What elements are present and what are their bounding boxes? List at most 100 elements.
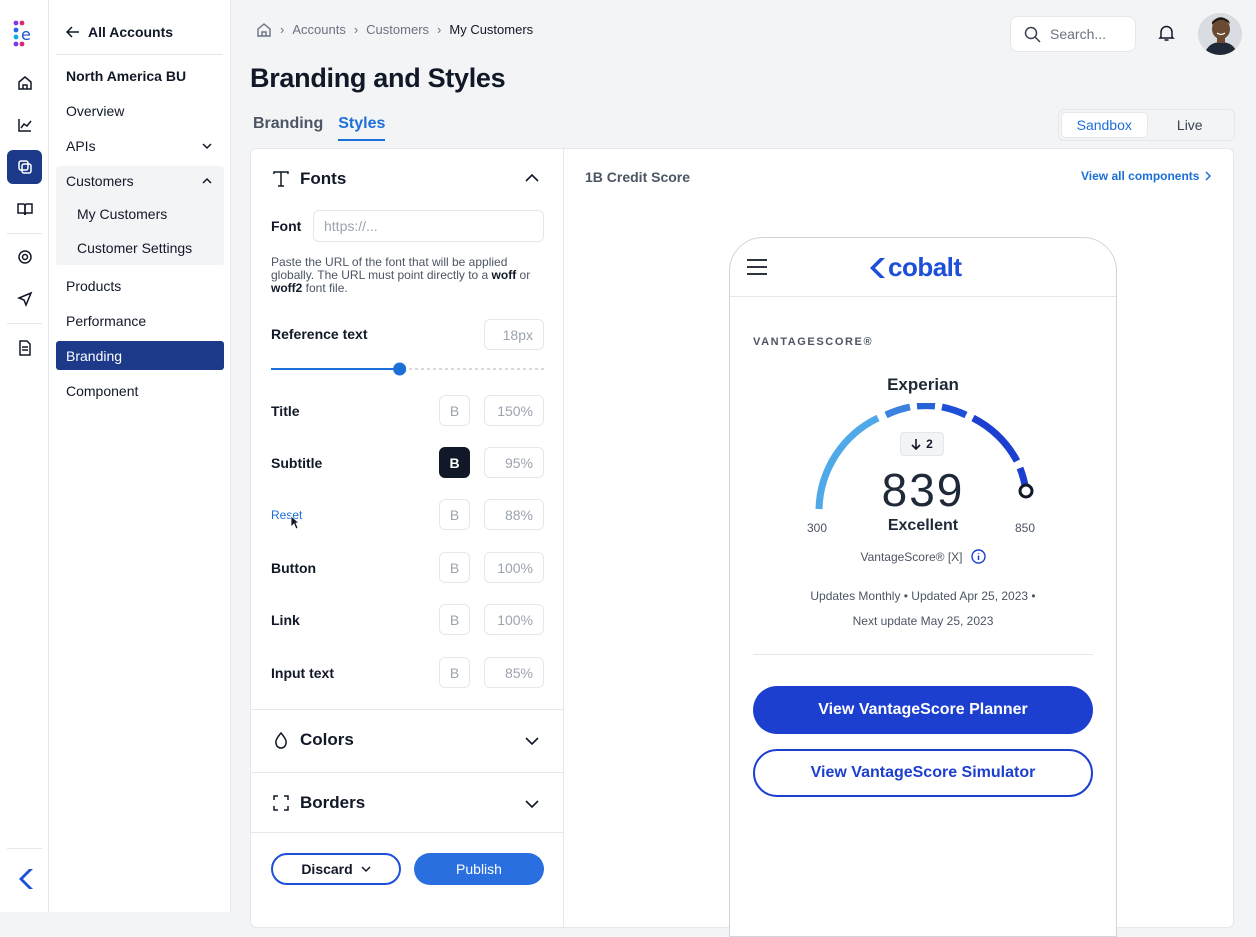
fonts-section-header[interactable]: Fonts (272, 169, 346, 189)
reset-bold-toggle[interactable]: B (439, 499, 470, 530)
help-text-part: font file. (302, 281, 348, 295)
component-title: 1B Credit Score (585, 169, 691, 185)
chevron-up-icon (202, 177, 212, 184)
subtitle-row-label: Subtitle (271, 455, 323, 471)
bell-icon[interactable] (1158, 24, 1175, 42)
discard-button[interactable]: Discard (271, 853, 401, 885)
score-change-value: 2 (926, 437, 933, 451)
cobalt-logo-text: cobalt (888, 252, 962, 282)
breadcrumb-customers[interactable]: Customers (366, 22, 429, 37)
button-row-label: Button (271, 560, 317, 576)
view-all-components-link[interactable]: View all components (1081, 169, 1212, 183)
home-icon[interactable] (7, 66, 42, 100)
docs-book-icon[interactable] (7, 192, 42, 226)
view-simulator-button[interactable]: View VantageScore Simulator (753, 749, 1093, 797)
score-model: VantageScore® [X] (730, 549, 1116, 564)
chevron-down-icon (202, 143, 212, 150)
link-size-input[interactable]: 100% (484, 604, 544, 635)
sidebar-item-apis[interactable]: APIs (56, 131, 224, 161)
update-line-2: Next update May 25, 2023 (852, 614, 994, 628)
analytics-icon[interactable] (7, 108, 42, 142)
chevron-up-icon[interactable] (525, 173, 539, 183)
chevron-down-icon[interactable] (525, 799, 539, 809)
reset-size-input[interactable]: 88% (484, 499, 544, 530)
help-text-part: Paste the URL of the font that will be a… (271, 255, 508, 282)
search-placeholder: Search... (1050, 26, 1107, 42)
tab-branding[interactable]: Branding (253, 115, 323, 141)
view-planner-button[interactable]: View VantageScore Planner (753, 686, 1093, 734)
sidebar-item-overview[interactable]: Overview (56, 96, 224, 126)
chevron-down-icon[interactable] (525, 736, 539, 746)
colors-section-header[interactable]: Colors (272, 730, 354, 750)
sidebar-item-customers[interactable]: Customers (56, 166, 224, 196)
input-text-row-label: Input text (271, 665, 334, 681)
rail-divider (7, 848, 42, 849)
components-icon[interactable] (7, 150, 42, 184)
help-woff: woff (491, 268, 517, 282)
arrow-down-icon (911, 439, 921, 450)
score-change-badge: 2 (900, 432, 944, 456)
app-logo-icon: e (13, 20, 31, 47)
borders-section-title: Borders (300, 793, 366, 812)
side-nav: All Accounts North America BU Overview A… (49, 0, 231, 912)
publish-button[interactable]: Publish (414, 853, 544, 885)
tab-styles[interactable]: Styles (338, 115, 386, 141)
text-type-icon (273, 171, 289, 187)
breadcrumb-separator: › (353, 22, 359, 37)
home-icon[interactable] (256, 22, 272, 37)
tab-bar: Branding Styles (253, 115, 386, 141)
phone-header: cobalt (730, 238, 1116, 297)
subtitle-bold-toggle[interactable]: B (439, 447, 470, 478)
document-icon[interactable] (7, 331, 42, 365)
chevron-right-icon (1205, 171, 1212, 181)
title-size-input[interactable]: 150% (484, 395, 544, 426)
sidebar-item-my-customers[interactable]: My Customers (56, 196, 224, 231)
input-text-bold-toggle[interactable]: B (439, 657, 470, 688)
sidebar-item-branding[interactable]: Branding (56, 341, 224, 370)
org-name: North America BU (66, 68, 187, 84)
main-area: › Accounts › Customers › My Customers Se… (231, 0, 1256, 937)
search-input[interactable]: Search... (1010, 16, 1136, 52)
reference-size-input[interactable]: 18px (484, 319, 544, 350)
sidebar-item-products[interactable]: Products (56, 271, 224, 301)
chevron-down-icon (361, 866, 371, 873)
borders-section-header[interactable]: Borders (272, 793, 365, 813)
avatar[interactable] (1198, 13, 1242, 55)
mouse-cursor-icon (290, 515, 300, 530)
droplet-icon (275, 731, 287, 749)
breadcrumb-accounts[interactable]: Accounts (292, 22, 345, 37)
sidebar-item-performance[interactable]: Performance (56, 306, 224, 336)
slider-handle[interactable] (393, 362, 407, 376)
sidebar-item-label: APIs (66, 138, 96, 154)
user-photo-icon (1198, 13, 1242, 55)
cobalt-mark-icon (870, 257, 885, 278)
arrow-left-icon (66, 26, 79, 38)
page-title: Branding and Styles (250, 63, 506, 93)
all-accounts-link[interactable]: All Accounts (66, 24, 173, 40)
support-icon[interactable] (7, 240, 42, 274)
link-row-label: Link (271, 612, 300, 628)
link-bold-toggle[interactable]: B (439, 604, 470, 635)
toggle-sandbox[interactable]: Sandbox (1061, 112, 1148, 138)
styles-panel: Fonts Font https://... Paste the URL of … (251, 149, 564, 929)
score-rating: Excellent (887, 517, 959, 534)
reference-size-slider[interactable] (271, 361, 544, 377)
nav-divider (56, 54, 223, 55)
font-url-input[interactable]: https://... (313, 210, 544, 242)
title-bold-toggle[interactable]: B (439, 395, 470, 426)
title-row-label: Title (271, 403, 300, 419)
info-icon[interactable] (970, 549, 986, 564)
font-help-text: Paste the URL of the font that will be a… (271, 256, 546, 295)
cobalt-logo-icon (19, 869, 33, 889)
button-bold-toggle[interactable]: B (439, 552, 470, 583)
update-schedule: Updates Monthly • Updated Apr 25, 2023 •… (730, 584, 1116, 634)
button-size-input[interactable]: 100% (484, 552, 544, 583)
input-text-size-input[interactable]: 85% (484, 657, 544, 688)
sidebar-item-customer-settings[interactable]: Customer Settings (56, 231, 224, 265)
sidebar-item-component[interactable]: Component (56, 376, 224, 406)
score-brand-label: VANTAGESCORE® (753, 336, 874, 348)
subtitle-size-input[interactable]: 95% (484, 447, 544, 478)
send-icon[interactable] (7, 282, 42, 316)
toggle-live[interactable]: Live (1148, 112, 1233, 138)
hamburger-menu-icon[interactable] (747, 259, 767, 275)
